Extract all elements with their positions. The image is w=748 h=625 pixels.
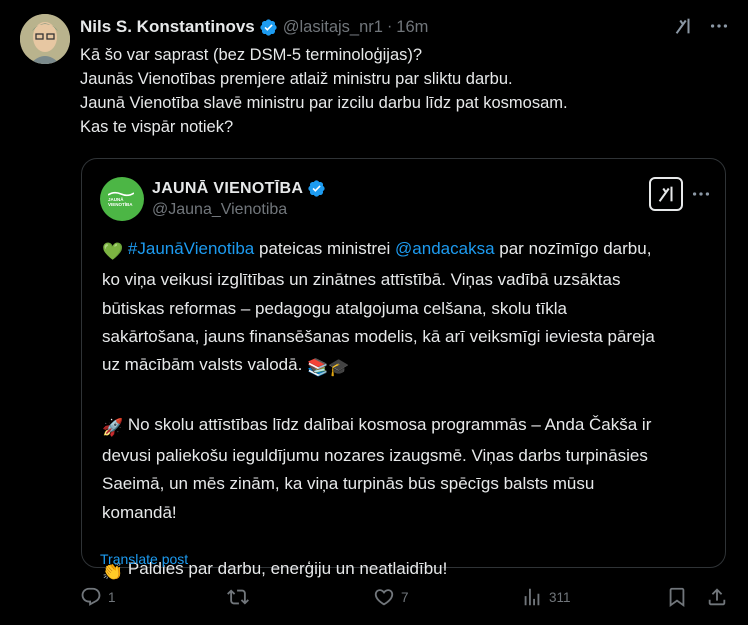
- tweet-actions: 1 7 311: [80, 586, 730, 610]
- mention-link[interactable]: @andacaksa: [395, 239, 495, 258]
- heart-icon: [374, 589, 394, 606]
- reply-button[interactable]: 1: [80, 586, 116, 608]
- rocket-emoji: 🚀: [102, 417, 124, 437]
- more-options-icon[interactable]: [708, 15, 730, 37]
- separator-dot: ·: [386, 18, 393, 35]
- translate-post-link[interactable]: Translate post: [100, 551, 188, 567]
- quote-author-name[interactable]: JAUNĀ VIENOTĪBA: [152, 180, 303, 198]
- grok-icon[interactable]: [672, 15, 694, 37]
- share-icon: [708, 588, 726, 606]
- verified-badge-icon: [308, 180, 325, 197]
- quote-line: uz mācībām valsts valodā. 📚🎓: [102, 351, 717, 382]
- reply-count: 1: [108, 589, 116, 605]
- author-name[interactable]: Nils S. Konstantinovs: [80, 17, 255, 37]
- repost-icon: [227, 589, 249, 605]
- quote-line: 🚀 No skolu attīstības līdz dalībai kosmo…: [102, 411, 717, 442]
- quote-header: JAUNĀ VIENOTĪBA: [152, 179, 326, 198]
- quote-author-avatar[interactable]: JAUNĀ VIENOTĪBA: [100, 177, 144, 221]
- tweet-text-line: Kas te vispār notiek?: [80, 118, 234, 136]
- grok-icon: [658, 186, 673, 202]
- avatar-text: VIENOTĪBA: [108, 202, 133, 207]
- like-count: 7: [401, 589, 409, 605]
- books-graduation-emoji: 📚🎓: [307, 358, 350, 378]
- quote-line: 👏 Paldies par darbu, enerģiju un neatlai…: [102, 555, 717, 586]
- bookmark-button[interactable]: [666, 586, 688, 608]
- reply-icon: [81, 587, 101, 606]
- quoted-tweet[interactable]: JAUNĀ VIENOTĪBA JAUNĀ VIENOTĪBA @Jauna_V…: [81, 158, 726, 581]
- quote-line: Saeimā, un mēs zinām, ka viņa turpinās b…: [102, 474, 595, 494]
- tweet-text-line: Jaunā Vienotība slavē ministru par izcil…: [80, 94, 568, 112]
- hashtag-link[interactable]: #JaunāVienotiba: [128, 239, 254, 258]
- tweet-text: Kā šo var saprast (bez DSM-5 terminoloģi…: [80, 43, 720, 139]
- views-count: 311: [549, 589, 571, 605]
- quote-line: komandā!: [102, 502, 177, 522]
- like-button[interactable]: 7: [373, 586, 409, 608]
- quote-text: 💚 #JaunāVienotiba pateicas ministrei @an…: [102, 235, 717, 587]
- quote-line: ko viņa veikusi izglītības un zinātnes a…: [102, 270, 621, 290]
- author-handle[interactable]: @lasitajs_nr1: [283, 18, 383, 37]
- quote-line: devusi paliekošu ieguldījumu nozares iza…: [102, 446, 648, 466]
- bookmark-icon: [669, 587, 685, 608]
- tweet-header: Nils S. Konstantinovs @lasitajs_nr1 · 16…: [80, 16, 428, 38]
- quote-more-options-icon[interactable]: [690, 183, 712, 205]
- tweet-time[interactable]: 16m: [396, 18, 428, 37]
- quote-text-span: uz mācībām valsts valodā.: [102, 355, 303, 375]
- repost-button[interactable]: [227, 586, 255, 608]
- quote-text-span: pateicas ministrei: [254, 239, 396, 258]
- quote-line: sakārtošana, jauns finansēšanas modelis,…: [102, 326, 655, 346]
- views-chart-icon: [524, 588, 540, 606]
- verified-badge-icon: [260, 18, 277, 36]
- author-avatar[interactable]: [20, 14, 70, 64]
- green-heart-emoji: 💚: [102, 242, 124, 261]
- views-button[interactable]: 311: [521, 586, 571, 608]
- quote-text-span: No skolu attīstības līdz dalībai kosmosa…: [123, 414, 652, 434]
- quote-grok-button[interactable]: [649, 177, 683, 211]
- quote-author-handle[interactable]: @Jauna_Vienotiba: [152, 201, 287, 219]
- quote-text-span: par nozīmīgo darbu,: [494, 239, 652, 258]
- tweet-text-line: Kā šo var saprast (bez DSM-5 terminoloģi…: [80, 46, 423, 64]
- share-button[interactable]: [706, 586, 728, 608]
- quote-line: būtiskas reformas – pedagogu atalgojuma …: [102, 298, 567, 318]
- tweet-top-right-actions: [672, 15, 730, 37]
- tweet-text-line: Jaunās Vienotības premjere atlaiž minist…: [80, 70, 513, 88]
- quote-line: 💚 #JaunāVienotiba pateicas ministrei @an…: [102, 235, 717, 266]
